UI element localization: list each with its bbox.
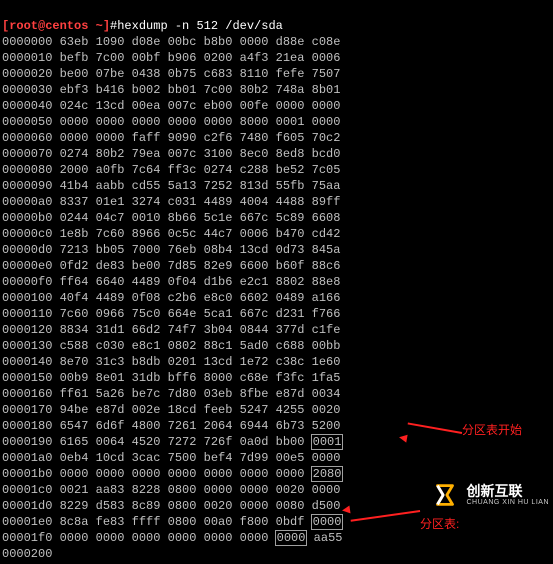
prompt-user: [root@centos ~] [2, 19, 110, 33]
watermark: 创新互联 CHUANG XIN HU LIAN [430, 480, 549, 510]
watermark-text: 创新互联 CHUANG XIN HU LIAN [466, 484, 549, 507]
watermark-logo-icon [430, 480, 460, 510]
command-text[interactable]: hexdump -n 512 /dev/sda [117, 19, 283, 33]
watermark-en: CHUANG XIN HU LIAN [466, 498, 549, 507]
watermark-cn: 创新互联 [466, 484, 549, 498]
